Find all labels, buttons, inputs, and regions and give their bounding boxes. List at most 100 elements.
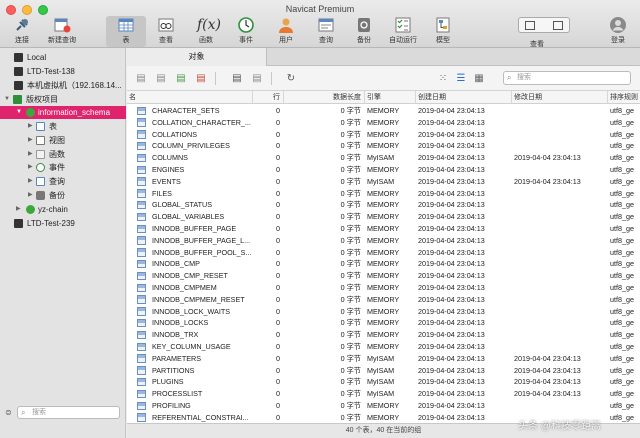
sidebar-search-input[interactable]: ⌕ 搜索 (17, 406, 120, 419)
toolbar-view-label: 查看 (159, 37, 173, 44)
column-header-name[interactable]: 名 (127, 91, 252, 104)
object-search-input[interactable]: ⌕ 搜索 (503, 71, 631, 85)
toolbar-user-button[interactable]: 用户 (266, 16, 306, 47)
open-table-icon[interactable]: ▤ (135, 73, 147, 84)
sidebar-item-ltd-test-138[interactable]: LTD-Test-138 (0, 65, 126, 78)
toolbar-connect-button[interactable]: 连接 (2, 16, 42, 47)
grid-view-icon[interactable]: ⁙ (437, 73, 449, 84)
watermark: 头条 @科技零距离 (518, 421, 601, 432)
sidebar-item-queries[interactable]: ▶ 查询 (0, 175, 126, 188)
expand-right-icon[interactable]: ▶ (28, 175, 33, 188)
table-row[interactable]: INNODB_LOCKS 0 0 字节 MEMORY 2019-04-04 23:04:… (127, 317, 640, 329)
sidebar-right-icon[interactable] (553, 21, 563, 30)
list-view-icon[interactable]: ☰ (455, 73, 467, 84)
table-row[interactable]: INNODB_CMP 0 0 字节 MEMORY 2019-04-04 23:04:13… (127, 258, 640, 270)
view-mode-toggle[interactable] (518, 17, 570, 33)
table-row[interactable]: INNODB_BUFFER_PAGE_L... 0 0 字节 MEMORY 2019-0… (127, 235, 640, 247)
function-icon: f(x) (197, 17, 222, 33)
toolbar-event-button[interactable]: 事件 (226, 16, 266, 47)
sidebar-item-events[interactable]: ▶ 事件 (0, 161, 126, 174)
table-row[interactable]: INNODB_BUFFER_POOL_S... 0 0 字节 MEMORY 2019-0… (127, 247, 640, 259)
table-row[interactable]: INNODB_CMPMEM 0 0 字节 MEMORY 2019-04-04 23:04… (127, 282, 640, 294)
table-row[interactable]: KEY_COLUMN_USAGE 0 0 字节 MEMORY 2019-04-04 23… (127, 341, 640, 353)
table-icon (137, 189, 146, 198)
expand-down-icon[interactable]: ▼ (4, 93, 10, 106)
cell-rows: 0 (276, 224, 280, 233)
cell-size: 0 字节 (340, 294, 361, 304)
expand-right-icon[interactable]: ▶ (28, 161, 33, 174)
table-row[interactable]: COLLATIONS 0 0 字节 MEMORY 2019-04-04 23:04:13… (127, 129, 640, 141)
sidebar-item-label: 表 (49, 122, 57, 131)
expand-right-icon[interactable]: ▶ (28, 189, 33, 202)
sidebar-item-backups[interactable]: ▶ 备份 (0, 189, 126, 202)
sidebar-item-local[interactable]: Local (0, 51, 126, 64)
table-row[interactable]: CHARACTER_SETS 0 0 字节 MEMORY 2019-04-04 23:0… (127, 105, 640, 117)
table-row[interactable]: EVENTS 0 0 字节 MyISAM 2019-04-04 23:04:13 2019… (127, 176, 640, 188)
sidebar-item-functions[interactable]: ▶ 函数 (0, 148, 126, 161)
toolbar-backup-button[interactable]: 备份 (344, 16, 384, 47)
filter-icon[interactable]: ⊜ (5, 408, 12, 417)
import-icon[interactable]: ▤ (231, 73, 243, 84)
expand-right-icon[interactable]: ▶ (16, 203, 21, 216)
export-icon[interactable]: ▤ (251, 73, 263, 84)
toolbar-autorun-button[interactable]: 自动运行 (383, 16, 423, 47)
delete-table-icon[interactable]: ▤ (195, 73, 207, 84)
expand-right-icon[interactable]: ▶ (28, 134, 33, 147)
sidebar-left-icon[interactable] (525, 21, 535, 30)
toolbar-connect-label: 连接 (15, 37, 29, 44)
table-row[interactable]: INNODB_TRX 0 0 字节 MEMORY 2019-04-04 23:04:13… (127, 329, 640, 341)
sidebar-item-tables[interactable]: ▶ 表 (0, 120, 126, 133)
table-row[interactable]: GLOBAL_STATUS 0 0 字节 MEMORY 2019-04-04 23:04… (127, 199, 640, 211)
column-header-modified[interactable]: 修改日期 (511, 91, 607, 104)
table-icon (137, 401, 146, 410)
login-button[interactable]: 登录 (598, 16, 638, 47)
table-row[interactable]: PARTITIONS 0 0 字节 MyISAM 2019-04-04 23:04:13… (127, 365, 640, 377)
table-icon (137, 413, 146, 422)
cell-collation: utf8_ge (610, 306, 634, 316)
sidebar-item-ltd-test-239[interactable]: LTD-Test-239 (0, 217, 126, 230)
toolbar-new-query-button[interactable]: 新建查询 (42, 16, 82, 47)
table-row[interactable]: PROFILING 0 0 字节 MEMORY 2019-04-04 23:04:13 u… (127, 400, 640, 412)
toolbar-view-button[interactable]: 查看 (146, 16, 186, 47)
cell-modified (514, 329, 607, 341)
toolbar-function-button[interactable]: f(x) 函数 (186, 16, 226, 47)
toolbar-model-button[interactable]: 模型 (423, 16, 463, 47)
column-header-collation[interactable]: 排序规则 (607, 91, 640, 104)
table-row[interactable]: INNODB_CMPMEM_RESET 0 0 字节 MEMORY 2019-04-04… (127, 294, 640, 306)
table-row[interactable]: GLOBAL_VARIABLES 0 0 字节 MEMORY 2019-04-04 23… (127, 211, 640, 223)
design-table-icon[interactable]: ▤ (155, 73, 167, 84)
new-table-icon[interactable]: ▤ (175, 73, 187, 84)
column-header-data-length[interactable]: 数据长度 (283, 91, 364, 104)
column-header-engine[interactable]: 引擎 (364, 91, 415, 104)
sidebar-item-yz-chain[interactable]: ▶ yz-chain (0, 203, 126, 216)
table-icon (137, 130, 146, 139)
table-row[interactable]: PLUGINS 0 0 字节 MyISAM 2019-04-04 23:04:13 201… (127, 376, 640, 388)
sidebar-item-views[interactable]: ▶ 视图 (0, 134, 126, 147)
table-row[interactable]: PARAMETERS 0 0 字节 MyISAM 2019-04-04 23:04:13… (127, 353, 640, 365)
table-row[interactable]: ENGINES 0 0 字节 MEMORY 2019-04-04 23:04:13 utf… (127, 164, 640, 176)
table-row[interactable]: COLUMNS 0 0 字节 MyISAM 2019-04-04 23:04:13 201… (127, 152, 640, 164)
cell-engine: MEMORY (367, 165, 400, 174)
expand-down-icon[interactable]: ▼ (16, 106, 22, 119)
sidebar-item-local-vm[interactable]: 本机虚拟机（192.168.14... (0, 79, 126, 92)
expand-right-icon[interactable]: ▶ (28, 120, 33, 133)
table-row[interactable]: COLLATION_CHARACTER_... 0 0 字节 MEMORY 2019-0… (127, 117, 640, 129)
expand-right-icon[interactable]: ▶ (28, 148, 33, 161)
sidebar-item-copyright-project[interactable]: ▼ 版权项目 (0, 93, 126, 106)
toolbar-table-button[interactable]: 表 (106, 16, 146, 47)
refresh-icon[interactable]: ↻ (285, 73, 297, 84)
toolbar-query-button[interactable]: 查询 (306, 16, 346, 47)
table-row[interactable]: INNODB_CMP_RESET 0 0 字节 MEMORY 2019-04-04 23… (127, 270, 640, 282)
tab-objects[interactable]: 对象 (127, 48, 267, 66)
column-header-rows[interactable]: 行 (252, 91, 283, 104)
table-row[interactable]: COLUMN_PRIVILEGES 0 0 字节 MEMORY 2019-04-04 2… (127, 140, 640, 152)
table-row[interactable]: FILES 0 0 字节 MEMORY 2019-04-04 23:04:13 utf8_… (127, 188, 640, 200)
table-row[interactable]: INNODB_BUFFER_PAGE 0 0 字节 MEMORY 2019-04-04 … (127, 223, 640, 235)
table-row[interactable]: PROCESSLIST 0 0 字节 MyISAM 2019-04-04 23:04:1… (127, 388, 640, 400)
sidebar-item-information-schema[interactable]: ▼ information_schema (0, 106, 126, 119)
table-row[interactable]: INNODB_LOCK_WAITS 0 0 字节 MEMORY 2019-04-04 2… (127, 306, 640, 318)
cell-name: COLUMNS (152, 153, 188, 163)
detail-view-icon[interactable]: ▦ (473, 73, 485, 84)
cell-collation: utf8_ge (610, 259, 634, 269)
column-header-created[interactable]: 创建日期 (415, 91, 511, 104)
